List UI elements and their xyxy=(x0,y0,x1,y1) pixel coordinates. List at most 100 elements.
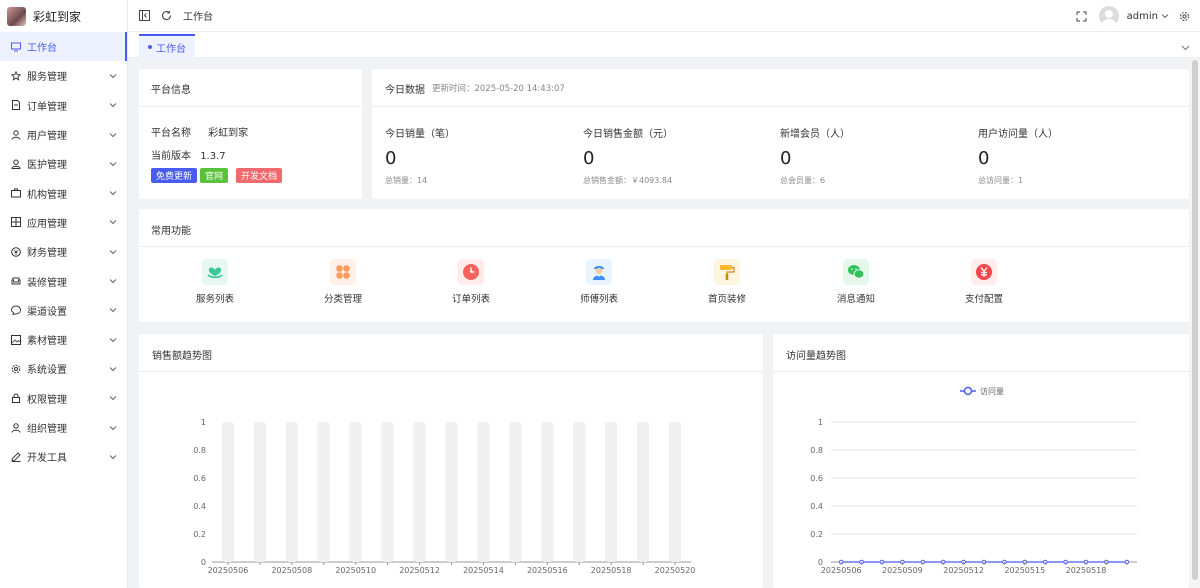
x-tick-label: 20250509 xyxy=(882,566,923,575)
update-time: 更新时间：2025-05-20 14:43:07 xyxy=(432,84,565,94)
stat-value: 0 xyxy=(978,148,990,169)
sidebar-item-label: 服务管理 xyxy=(27,72,67,84)
platform-name-value: 彩虹到家 xyxy=(208,128,249,139)
stat-total: 总会员量：6 xyxy=(780,176,826,185)
shortcut-item[interactable]: 首页装修 xyxy=(687,259,767,305)
sidebar-item-label: 机构管理 xyxy=(27,189,67,201)
sidebar-item-8[interactable]: 装修管理 xyxy=(0,266,127,295)
platform-info-card: 平台信息 平台名称 彩虹到家 当前版本 1.3.7 免费更新 官网 开发文档 xyxy=(139,69,362,199)
card-title: 平台信息 xyxy=(151,85,191,96)
sidebar-item-7[interactable]: 财务管理 xyxy=(0,237,127,266)
bar-background xyxy=(381,422,394,562)
official-site-button[interactable]: 官网 xyxy=(200,168,229,183)
paint-roller-icon xyxy=(714,259,740,285)
pen-icon xyxy=(11,452,21,462)
stat-block: 今日销量（笔） 0 总销量：14 xyxy=(385,125,575,186)
star-icon xyxy=(11,70,21,81)
bar-background xyxy=(221,422,235,562)
sidebar-item-11[interactable]: 系统设置 xyxy=(0,354,127,383)
shortcut-item[interactable]: 师傅列表 xyxy=(559,259,639,305)
chevron-down-icon[interactable] xyxy=(1161,12,1169,20)
sidebar-item-12[interactable]: 权限管理 xyxy=(0,384,127,413)
bar-background xyxy=(509,422,522,562)
stat-block: 今日销售金额（元） 0 总销售金额：￥4093.84 xyxy=(583,125,773,186)
sidebar-item-1[interactable]: 服务管理 xyxy=(0,61,127,90)
sidebar-item-5[interactable]: 机构管理 xyxy=(0,178,127,207)
sidebar-item-4[interactable]: 医护管理 xyxy=(0,149,127,178)
chat-icon xyxy=(11,305,21,316)
sidebar-item-label: 权限管理 xyxy=(27,394,67,406)
platform-name-row: 平台名称 彩虹到家 xyxy=(151,124,248,139)
chevron-down-icon xyxy=(109,424,117,432)
shortcut-label: 消息通知 xyxy=(836,294,875,305)
scrollbar-thumb[interactable] xyxy=(1192,60,1198,580)
image-icon xyxy=(11,334,21,345)
user-name[interactable]: admin xyxy=(1127,11,1158,22)
free-update-button[interactable]: 免费更新 xyxy=(151,168,198,183)
shortcut-label: 支付配置 xyxy=(964,294,1003,305)
shortcut-label: 师傅列表 xyxy=(579,294,618,305)
card-title: 常用功能 xyxy=(151,226,191,237)
fullscreen-icon[interactable] xyxy=(1076,11,1087,22)
sidebar-item-6[interactable]: 应用管理 xyxy=(0,208,127,237)
briefcase-icon xyxy=(11,188,21,198)
bar-background xyxy=(253,422,266,562)
shortcut-item[interactable]: 消息通知 xyxy=(816,259,896,305)
sidebar: 彩虹到家 工作台服务管理订单管理用户管理医护管理机构管理应用管理 财务管理 装修管理… xyxy=(0,0,128,588)
clock-icon xyxy=(458,259,484,285)
sidebar-item-2[interactable]: 订单管理 xyxy=(0,91,127,120)
yuan-icon xyxy=(971,259,997,285)
sidebar-item-0[interactable]: 工作台 xyxy=(0,32,127,62)
x-tick-label: 20250516 xyxy=(527,566,568,575)
shortcut-item[interactable]: 服务列表 xyxy=(175,259,255,305)
wechat-icon xyxy=(843,259,869,285)
y-tick-label: 0.4 xyxy=(810,502,823,511)
user-avatar[interactable] xyxy=(1098,6,1119,26)
x-tick-label: 20250518 xyxy=(591,566,632,575)
stat-label: 新增会员（人） xyxy=(780,129,850,140)
shortcut-item[interactable]: 支付配置 xyxy=(944,259,1024,305)
org-user-icon xyxy=(11,422,21,433)
shortcut-item[interactable]: 订单列表 xyxy=(431,259,511,305)
collapse-sidebar-icon[interactable] xyxy=(139,10,150,21)
shortcut-label: 订单列表 xyxy=(451,294,490,305)
stat-value: 0 xyxy=(780,148,792,169)
sales-trend-card: 销售额趋势图 0 0.2 0.4 0.6 0.8 1 20250506 20250508 202… xyxy=(139,334,763,588)
stat-total: 总销量：14 xyxy=(385,176,428,185)
gear-icon[interactable] xyxy=(1179,11,1190,22)
x-tick-label: 20250512 xyxy=(399,566,440,575)
sidebar-item-label: 开发工具 xyxy=(27,453,67,465)
sidebar-item-3[interactable]: 用户管理 xyxy=(0,120,127,149)
nurse-icon xyxy=(11,159,21,169)
chevron-down-icon xyxy=(109,453,117,461)
sidebar-item-9[interactable]: 渠道设置 xyxy=(0,296,127,325)
app-title: 彩虹到家 xyxy=(33,9,82,24)
x-tick-label: 20250512 xyxy=(943,566,984,575)
breadcrumb: 工作台 xyxy=(183,12,213,23)
stat-total: 总访问量：1 xyxy=(978,176,1024,185)
sidebar-item-14[interactable]: 开发工具 xyxy=(0,442,127,471)
tab-workbench[interactable]: 工作台 xyxy=(139,34,195,58)
y-tick-label: 0.6 xyxy=(193,474,206,483)
chevron-down-icon[interactable] xyxy=(1181,41,1190,51)
stat-block: 新增会员（人） 0 总会员量：6 xyxy=(780,125,970,186)
brand[interactable]: 彩虹到家 xyxy=(0,0,127,32)
sidebar-item-13[interactable]: 组织管理 xyxy=(0,413,127,442)
x-tick-label: 20250518 xyxy=(1066,566,1107,575)
shortcut-label: 服务列表 xyxy=(195,294,234,305)
sales-bar-chart: 0 0.2 0.4 0.6 0.8 1 20250506 20250508 20250510 20… xyxy=(193,418,695,575)
page-scrollbar[interactable] xyxy=(1190,58,1200,588)
refresh-icon[interactable] xyxy=(161,10,172,21)
gear-icon xyxy=(11,364,21,374)
shortcut-item[interactable]: 分类管理 xyxy=(303,259,383,305)
chevron-down-icon xyxy=(109,218,117,226)
chevron-down-icon xyxy=(109,248,117,256)
sidebar-item-label: 用户管理 xyxy=(27,131,67,143)
sidebar-item-10[interactable]: 素材管理 xyxy=(0,325,127,354)
visits-trend-card: 访问量趋势图 0 0.2 0.4 0.6 0.8 1 20250506 20250509 202… xyxy=(773,334,1189,588)
shortcut-label: 分类管理 xyxy=(323,294,362,305)
active-dot xyxy=(148,45,152,49)
tab-bar: 工作台 xyxy=(128,32,1200,58)
brand-logo xyxy=(7,6,26,26)
dev-docs-button[interactable]: 开发文档 xyxy=(236,168,283,183)
